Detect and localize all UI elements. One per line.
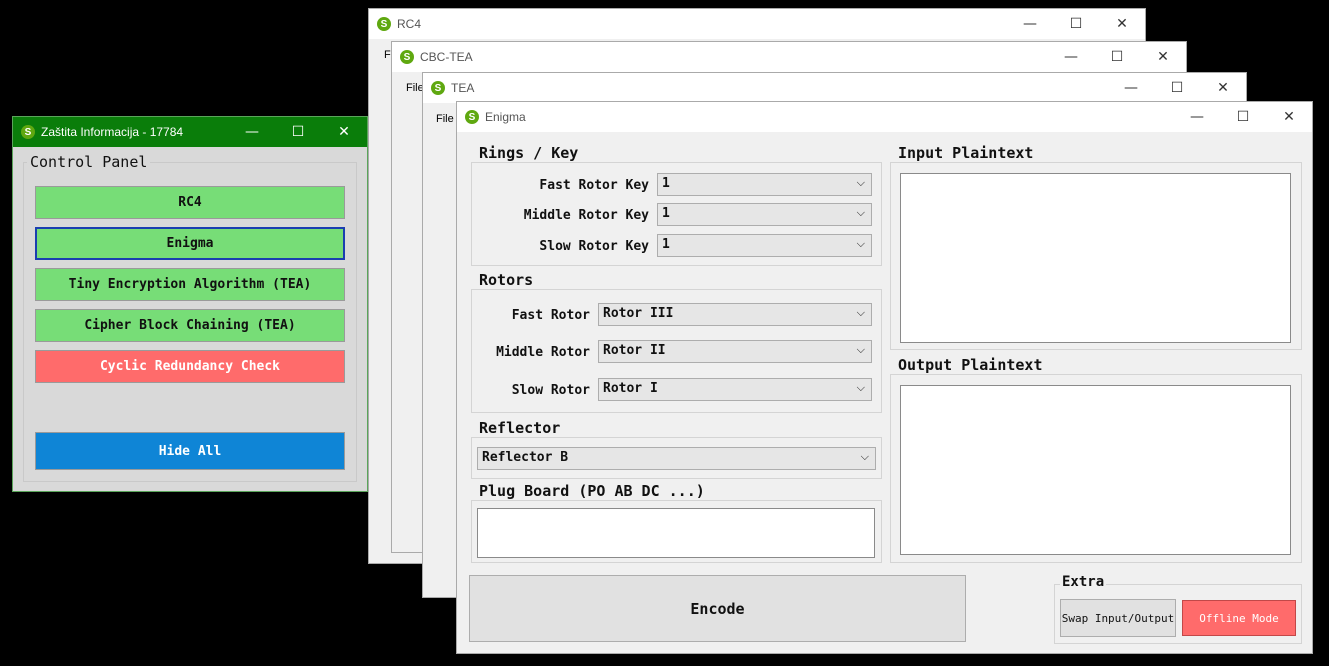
cbc-tea-button[interactable]: Cipher Block Chaining (TEA) [35, 309, 345, 342]
app-icon: S [465, 110, 479, 124]
window-title: Zaštita Informacija - 17784 [41, 125, 184, 139]
extra-title: Extra [1060, 574, 1107, 590]
output-plaintext-title: Output Plaintext [896, 356, 1045, 374]
control-panel-titlebar[interactable]: S Zaštita Informacija - 17784 — ☐ ✕ [13, 117, 367, 147]
window-title: RC4 [397, 17, 422, 31]
close-icon[interactable]: ✕ [1140, 42, 1186, 72]
window-title: TEA [451, 81, 475, 95]
close-icon[interactable]: ✕ [321, 117, 367, 147]
fast-rotor-select[interactable]: Rotor III ⌵ [598, 303, 872, 326]
fast-rotor-key-select[interactable]: 1 ⌵ [657, 173, 872, 196]
minimize-icon[interactable]: — [1108, 73, 1154, 103]
menu-file[interactable]: File [436, 113, 454, 125]
tea-button[interactable]: Tiny Encryption Algorithm (TEA) [35, 268, 345, 301]
app-icon: S [431, 81, 445, 95]
maximize-icon[interactable]: ☐ [1094, 42, 1140, 72]
minimize-icon[interactable]: — [1048, 42, 1094, 72]
encode-button[interactable]: Encode [469, 575, 966, 642]
app-icon: S [21, 125, 35, 139]
reflector-select[interactable]: Reflector B ⌵ [477, 447, 876, 470]
maximize-icon[interactable]: ☐ [1220, 102, 1266, 132]
hide-all-button[interactable]: Hide All [35, 432, 345, 470]
slow-rotor-select[interactable]: Rotor I ⌵ [598, 378, 872, 401]
input-plaintext-title: Input Plaintext [896, 144, 1036, 162]
rotors-title: Rotors [477, 271, 536, 289]
close-icon[interactable]: ✕ [1200, 73, 1246, 103]
chevron-down-icon: ⌵ [856, 381, 865, 394]
tea-titlebar[interactable]: S TEA — ☐ ✕ [423, 73, 1246, 103]
control-panel-window: S Zaštita Informacija - 17784 — ☐ ✕ Cont… [12, 116, 368, 492]
fast-rotor-label: Fast Rotor [511, 308, 590, 323]
cbc-tea-titlebar[interactable]: S CBC-TEA — ☐ ✕ [392, 42, 1186, 72]
maximize-icon[interactable]: ☐ [1154, 73, 1200, 103]
middle-rotor-label: Middle Rotor [496, 345, 590, 360]
minimize-icon[interactable]: — [229, 117, 275, 147]
middle-rotor-key-label: Middle Rotor Key [523, 208, 649, 223]
middle-rotor-select[interactable]: Rotor II ⌵ [598, 340, 872, 363]
enigma-button[interactable]: Enigma [35, 227, 345, 260]
minimize-icon[interactable]: — [1174, 102, 1220, 132]
swap-button[interactable]: Swap Input/Output [1060, 599, 1176, 637]
plugboard-title: Plug Board (PO AB DC ...) [477, 482, 707, 500]
slow-rotor-key-select[interactable]: 1 ⌵ [657, 234, 872, 257]
close-icon[interactable]: ✕ [1099, 9, 1145, 39]
reflector-title: Reflector [477, 419, 563, 437]
chevron-down-icon: ⌵ [856, 306, 865, 319]
app-icon: S [400, 50, 414, 64]
minimize-icon[interactable]: — [1007, 9, 1053, 39]
maximize-icon[interactable]: ☐ [1053, 9, 1099, 39]
control-panel-title: Control Panel [27, 153, 151, 171]
window-title: Enigma [485, 110, 526, 124]
crc-button[interactable]: Cyclic Redundancy Check [35, 350, 345, 383]
input-plaintext-textarea[interactable] [900, 173, 1291, 343]
plugboard-input[interactable] [477, 508, 875, 558]
close-icon[interactable]: ✕ [1266, 102, 1312, 132]
chevron-down-icon: ⌵ [860, 450, 869, 463]
chevron-down-icon: ⌵ [856, 237, 865, 250]
enigma-window: S Enigma — ☐ ✕ Rings / Key Fast Rotor Ke… [456, 101, 1313, 654]
output-plaintext-textarea[interactable] [900, 385, 1291, 555]
enigma-titlebar[interactable]: S Enigma — ☐ ✕ [457, 102, 1312, 132]
offline-mode-button[interactable]: Offline Mode [1182, 600, 1296, 636]
chevron-down-icon: ⌵ [856, 206, 865, 219]
rings-key-title: Rings / Key [477, 144, 581, 162]
app-icon: S [377, 17, 391, 31]
fast-rotor-key-label: Fast Rotor Key [539, 178, 649, 193]
middle-rotor-key-select[interactable]: 1 ⌵ [657, 203, 872, 226]
chevron-down-icon: ⌵ [856, 343, 865, 356]
slow-rotor-label: Slow Rotor [511, 383, 590, 398]
chevron-down-icon: ⌵ [856, 176, 865, 189]
rc4-button[interactable]: RC4 [35, 186, 345, 219]
window-title: CBC-TEA [420, 50, 473, 64]
rc4-titlebar[interactable]: S RC4 — ☐ ✕ [369, 9, 1145, 39]
maximize-icon[interactable]: ☐ [275, 117, 321, 147]
slow-rotor-key-label: Slow Rotor Key [539, 239, 649, 254]
